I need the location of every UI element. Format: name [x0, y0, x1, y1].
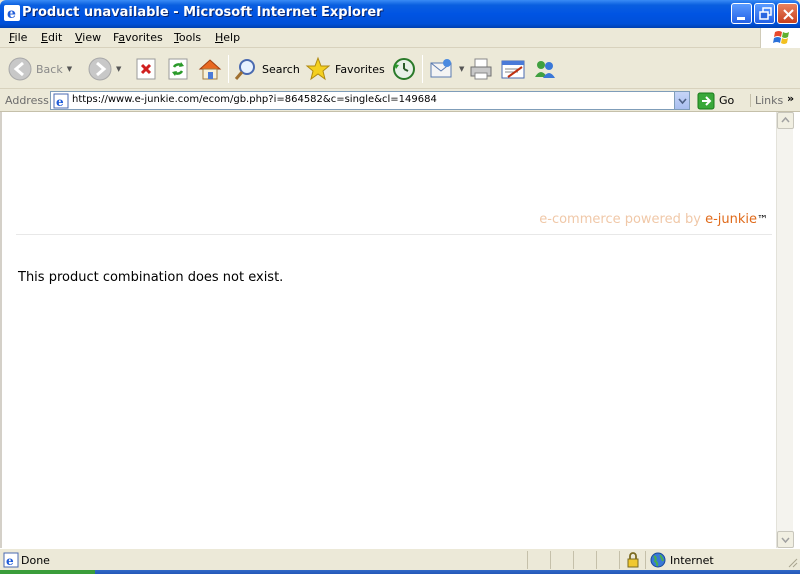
home-icon [198, 59, 222, 80]
search-button[interactable]: Search [234, 54, 300, 84]
messenger-icon [535, 61, 555, 78]
messenger-button[interactable] [532, 54, 558, 84]
refresh-icon [168, 58, 188, 80]
links-button[interactable]: Links [750, 94, 783, 107]
powered-by: e-commerce powered by e-junkie™ [539, 212, 768, 227]
printer-icon [470, 58, 492, 80]
favorites-star-icon [305, 56, 331, 81]
error-message: This product combination does not exist. [18, 270, 284, 285]
ie-icon: e [4, 5, 20, 21]
menu-view[interactable]: View [75, 31, 101, 44]
scroll-down-icon [781, 537, 790, 544]
taskbar-edge [0, 570, 800, 574]
address-input[interactable]: e https://www.e-junkie.com/ecom/gb.php?i… [50, 91, 690, 110]
mail-button[interactable]: ▼ [429, 54, 464, 84]
scroll-down-button[interactable] [777, 531, 794, 548]
maximize-button[interactable] [754, 3, 775, 24]
globe-icon [650, 552, 666, 568]
security-zone[interactable]: Internet [650, 552, 714, 568]
menu-bar: File Edit View Favorites Tools Help [0, 28, 800, 48]
menu-edit[interactable]: Edit [41, 31, 62, 44]
vertical-scrollbar[interactable] [776, 112, 794, 548]
windows-logo-icon [760, 28, 800, 48]
svg-text:e: e [6, 554, 14, 568]
restore-icon [759, 7, 772, 20]
powered-by-text: e-commerce powered by [539, 212, 706, 227]
page-body: e-commerce powered by e-junkie™ This pro… [6, 112, 776, 548]
window-title: Product unavailable - Microsoft Internet… [22, 5, 383, 20]
menu-file[interactable]: File [9, 31, 27, 44]
edit-button[interactable] [500, 54, 526, 84]
go-arrow-icon [697, 92, 715, 109]
menu-help[interactable]: Help [215, 31, 240, 44]
edit-page-icon [501, 60, 525, 79]
forward-dropdown-icon[interactable]: ▼ [116, 65, 121, 73]
go-label: Go [719, 94, 735, 107]
menu-favorites[interactable]: Favorites [113, 31, 163, 44]
page-icon: e [53, 93, 69, 109]
history-icon [393, 58, 415, 80]
back-dropdown-icon[interactable]: ▼ [67, 65, 72, 73]
stop-button[interactable] [135, 54, 157, 84]
back-arrow-icon [8, 57, 32, 81]
browser-viewport: e-commerce powered by e-junkie™ This pro… [0, 112, 800, 548]
address-bar: Address e https://www.e-junkie.com/ecom/… [0, 89, 800, 112]
back-label: Back [36, 62, 63, 76]
links-chevron-icon[interactable]: » [787, 92, 794, 105]
forward-arrow-icon [88, 57, 112, 81]
mail-dropdown-icon[interactable]: ▼ [459, 65, 464, 73]
minimize-icon [737, 17, 745, 20]
close-icon [783, 9, 794, 20]
svg-text:e: e [56, 95, 64, 109]
title-bar[interactable]: e Product unavailable - Microsoft Intern… [0, 0, 800, 28]
status-text: Done [21, 554, 50, 567]
favorites-button[interactable]: Favorites [305, 54, 385, 84]
mail-icon [430, 59, 452, 78]
search-icon [234, 59, 255, 80]
svg-text:e: e [7, 6, 16, 21]
address-dropdown-button[interactable] [674, 92, 689, 109]
resize-grip-icon[interactable] [786, 556, 798, 568]
lock-icon [627, 552, 639, 568]
home-button[interactable] [197, 54, 223, 84]
chevron-down-icon [678, 98, 687, 105]
address-url: https://www.e-junkie.com/ecom/gb.php?i=8… [72, 94, 437, 105]
back-button[interactable]: Back ▼ [8, 54, 72, 84]
forward-button[interactable]: ▼ [88, 54, 121, 84]
go-button[interactable]: Go [697, 91, 734, 110]
minimize-button[interactable] [731, 3, 752, 24]
address-label: Address [5, 94, 49, 107]
stop-icon [136, 58, 156, 80]
scroll-up-button[interactable] [777, 112, 794, 129]
standard-toolbar: Back ▼ ▼ Search Favorites ▼ [0, 49, 800, 89]
refresh-button[interactable] [167, 54, 189, 84]
scroll-up-icon [781, 116, 790, 123]
print-button[interactable] [469, 54, 493, 84]
menu-tools[interactable]: Tools [174, 31, 201, 44]
e-junkie-link[interactable]: e-junkie [705, 212, 757, 227]
search-label: Search [262, 62, 300, 76]
page-done-icon: e [3, 552, 19, 568]
status-bar: e Done Internet [0, 548, 800, 570]
history-button[interactable] [391, 54, 417, 84]
zone-label: Internet [670, 553, 714, 567]
favorites-label: Favorites [335, 62, 385, 76]
trademark: ™ [757, 213, 768, 226]
close-button[interactable] [777, 3, 798, 24]
divider [16, 234, 772, 235]
